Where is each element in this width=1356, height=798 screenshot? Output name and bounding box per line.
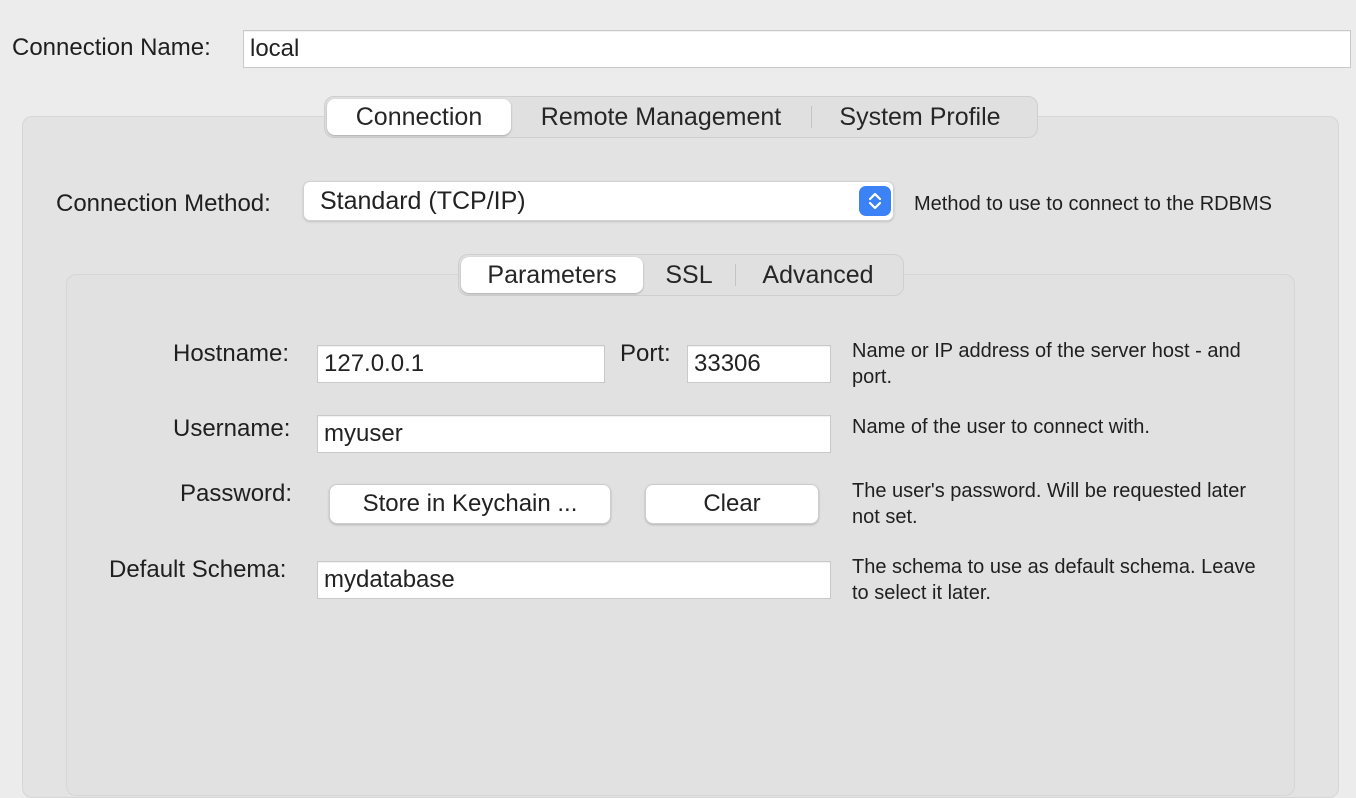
tab-remote-management[interactable]: Remote Management [511,99,811,135]
sub-tabs: Parameters SSL Advanced [458,254,904,296]
chevron-up-down-icon [859,186,891,216]
connection-name-label: Connection Name: [12,34,211,61]
username-label: Username: [173,415,291,442]
password-help: The user's password. Will be requested l… [852,478,1280,530]
default-schema-value: mydatabase [324,566,455,593]
port-field[interactable]: 33306 [687,345,831,383]
tab-advanced[interactable]: Advanced [736,257,900,293]
clear-password-button[interactable]: Clear [645,484,819,524]
default-schema-help-line1: The schema to use as default schema. Lea… [852,556,1256,578]
password-label: Password: [180,480,293,507]
username-value: myuser [324,420,403,447]
hostname-label: Hostname: [173,340,290,367]
tab-connection[interactable]: Connection [327,99,511,135]
hostname-field[interactable]: 127.0.0.1 [317,345,605,383]
connection-name-field[interactable]: local [243,30,1351,68]
connection-method-help: Method to use to connect to the RDBMS [914,193,1272,215]
hostname-help-line2: port. [852,366,893,388]
hostname-value: 127.0.0.1 [324,350,425,377]
hostname-help-line1: Name or IP address of the server host - … [852,340,1241,362]
store-in-keychain-button[interactable]: Store in Keychain ... [329,484,611,524]
connection-name-value: local [250,35,300,62]
username-field[interactable]: myuser [317,415,831,453]
tab-system-profile[interactable]: System Profile [812,99,1028,135]
main-tabs: Connection Remote Management System Prof… [324,96,1038,138]
tab-ssl[interactable]: SSL [643,257,735,293]
connection-method-select[interactable]: Standard (TCP/IP) [303,181,894,221]
hostname-help: Name or IP address of the server host - … [852,338,1280,390]
port-label: Port: [620,340,671,367]
username-help: Name of the user to connect with. [852,416,1150,438]
password-help-line1: The user's password. Will be requested l… [852,480,1246,502]
port-value: 33306 [694,350,761,377]
password-help-line2: not set. [852,506,918,528]
default-schema-label: Default Schema: [109,556,287,583]
tab-parameters[interactable]: Parameters [461,257,643,293]
default-schema-field[interactable]: mydatabase [317,561,831,599]
default-schema-help: The schema to use as default schema. Lea… [852,554,1280,606]
default-schema-help-line2: to select it later. [852,582,991,604]
connection-method-value: Standard (TCP/IP) [320,186,526,215]
connection-method-label: Connection Method: [56,190,271,217]
